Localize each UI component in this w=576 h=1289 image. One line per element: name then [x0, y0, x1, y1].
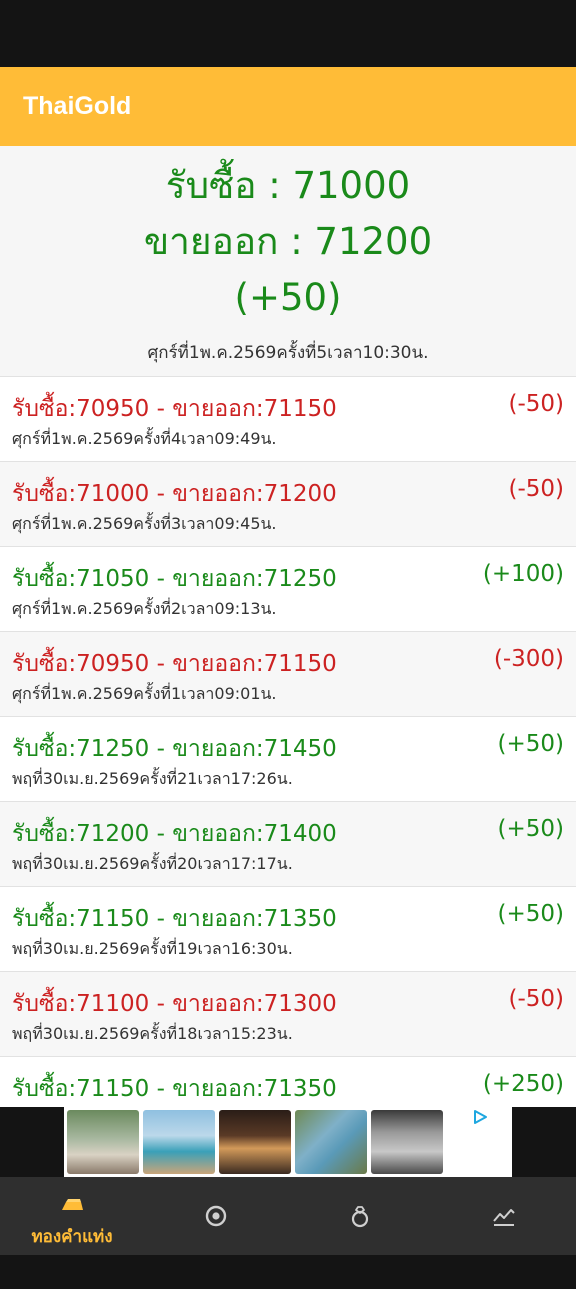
history-row-prices: รับซื้อ:71000 - ขายออก:71200 — [12, 481, 337, 507]
history-row[interactable]: รับซื้อ:70950 - ขายออก:71150 (-300) ศุกร… — [0, 632, 576, 717]
history-row-time: พฤที่30เม.ย.2569ครั้งที่19เวลา16:30น. — [12, 939, 293, 958]
history-row-change: (-300) — [493, 646, 564, 672]
history-row-prices: รับซื้อ:71050 - ขายออก:71250 — [12, 566, 337, 592]
chart-icon — [493, 1209, 515, 1226]
current-buy-price: รับซื้อ : 71000 — [165, 164, 411, 207]
history-row[interactable]: รับซื้อ:70950 - ขายออก:71150 (-50) ศุกร์… — [0, 377, 576, 462]
history-row-prices: รับซื้อ:70950 - ขายออก:71150 — [12, 396, 337, 422]
history-row-change: (+100) — [482, 561, 564, 587]
current-sell-price: ขายออก : 71200 — [143, 220, 433, 263]
nav-tab-chart[interactable] — [432, 1177, 576, 1255]
history-row-change: (+250) — [482, 1071, 564, 1097]
ad-banner[interactable] — [0, 1107, 576, 1177]
history-row-prices: รับซื้อ:70950 - ขายออก:71150 — [12, 651, 337, 677]
nav-tab-gold-bar-label: ทองคำแท่ง — [31, 1227, 113, 1247]
history-row[interactable]: รับซื้อ:71150 - ขายออก:71350 (+50) พฤที่… — [0, 887, 576, 972]
history-row-time: ศุกร์ที่1พ.ค.2569ครั้งที่3เวลา09:45น. — [12, 514, 277, 533]
app-title: ThaiGold — [23, 92, 132, 120]
history-row[interactable]: รับซื้อ:71050 - ขายออก:71250 (+100) ศุกร… — [0, 547, 576, 632]
ring-icon — [351, 1206, 369, 1228]
current-price-change: (+50) — [234, 276, 342, 319]
history-row[interactable]: รับซื้อ:71150 - ขายออก:71350 (+250) — [0, 1057, 576, 1107]
ad-choices-icon[interactable] — [472, 1109, 488, 1125]
app-bar: ThaiGold — [0, 67, 576, 146]
history-row-change: (-50) — [508, 986, 564, 1012]
nav-tab-coin[interactable] — [144, 1177, 288, 1255]
history-row[interactable]: รับซื้อ:71200 - ขายออก:71400 (+50) พฤที่… — [0, 802, 576, 887]
history-row[interactable]: รับซื้อ:71100 - ขายออก:71300 (-50) พฤที่… — [0, 972, 576, 1057]
price-history-list[interactable]: รับซื้อ:70950 - ขายออก:71150 (-50) ศุกร์… — [0, 377, 576, 1107]
ad-banner-content[interactable] — [64, 1107, 512, 1177]
current-price-time: ศุกร์ที่1พ.ค.2569ครั้งที่5เวลา10:30น. — [147, 343, 429, 363]
history-row-prices: รับซื้อ:71200 - ขายออก:71400 — [12, 821, 337, 847]
bottom-navigation: ทองคำแท่ง — [0, 1177, 576, 1255]
system-navigation-bar — [0, 1255, 576, 1289]
status-bar — [0, 0, 576, 67]
coin-icon — [205, 1205, 227, 1227]
ad-image[interactable] — [295, 1110, 367, 1174]
history-row[interactable]: รับซื้อ:71000 - ขายออก:71200 (-50) ศุกร์… — [0, 462, 576, 547]
history-row[interactable]: รับซื้อ:71250 - ขายออก:71450 (+50) พฤที่… — [0, 717, 576, 802]
history-row-time: พฤที่30เม.ย.2569ครั้งที่18เวลา15:23น. — [12, 1024, 293, 1043]
history-row-prices: รับซื้อ:71150 - ขายออก:71350 — [12, 1076, 337, 1102]
history-row-prices: รับซื้อ:71150 - ขายออก:71350 — [12, 906, 337, 932]
current-price-summary: รับซื้อ : 71000 ขายออก : 71200 (+50) ศุก… — [0, 146, 576, 377]
history-row-change: (+50) — [497, 901, 564, 927]
history-row-change: (+50) — [497, 816, 564, 842]
history-row-time: พฤที่30เม.ย.2569ครั้งที่20เวลา17:17น. — [12, 854, 293, 873]
history-row-prices: รับซื้อ:71250 - ขายออก:71450 — [12, 736, 337, 762]
history-row-time: ศุกร์ที่1พ.ค.2569ครั้งที่2เวลา09:13น. — [12, 599, 277, 618]
history-row-time: พฤที่30เม.ย.2569ครั้งที่21เวลา17:26น. — [12, 769, 293, 788]
history-row-time: ศุกร์ที่1พ.ค.2569ครั้งที่1เวลา09:01น. — [12, 684, 277, 703]
gold-bar-icon — [62, 1199, 83, 1210]
history-row-change: (-50) — [508, 391, 564, 417]
history-row-change: (+50) — [497, 731, 564, 757]
ad-image[interactable] — [219, 1110, 291, 1174]
nav-tab-ring[interactable] — [288, 1177, 432, 1255]
nav-tab-gold-bar[interactable]: ทองคำแท่ง — [0, 1177, 144, 1255]
ad-image[interactable] — [143, 1110, 215, 1174]
history-row-prices: รับซื้อ:71100 - ขายออก:71300 — [12, 991, 337, 1017]
ad-image[interactable] — [371, 1110, 443, 1174]
ad-image[interactable] — [67, 1110, 139, 1174]
history-row-time: ศุกร์ที่1พ.ค.2569ครั้งที่4เวลา09:49น. — [12, 429, 277, 448]
history-row-change: (-50) — [508, 476, 564, 502]
